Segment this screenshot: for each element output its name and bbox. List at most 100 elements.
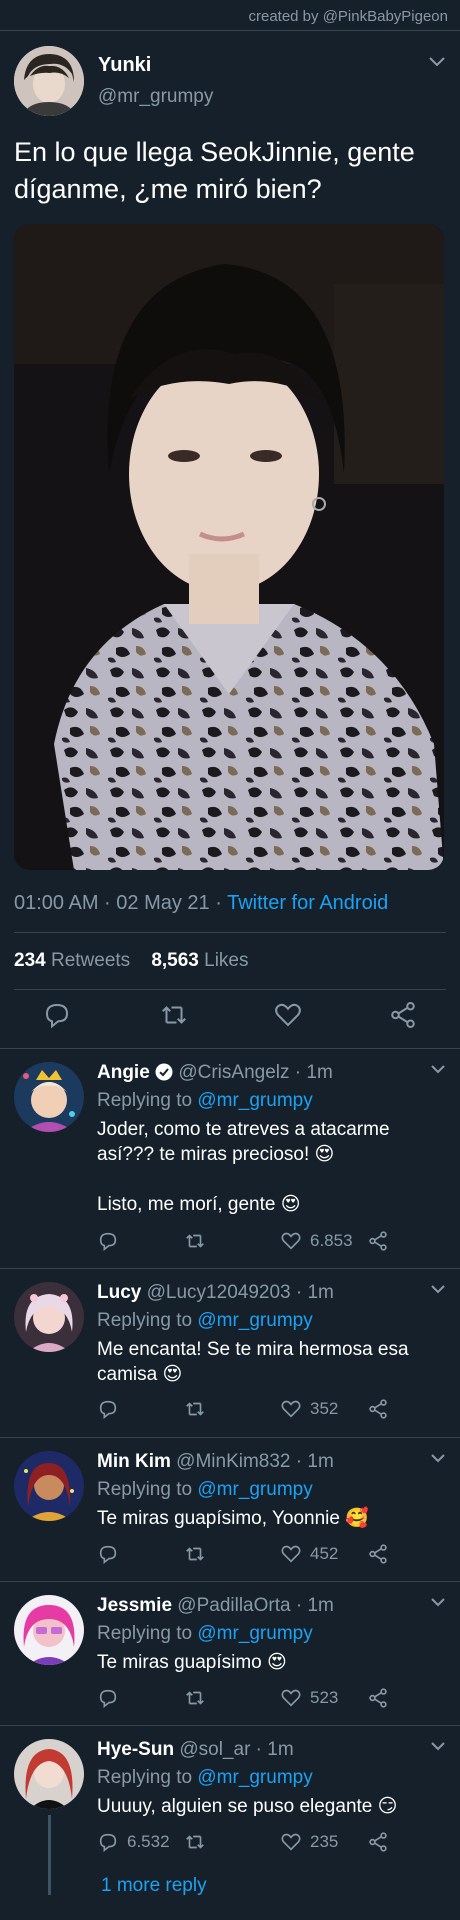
replying-to-link[interactable]: @mr_grumpy <box>197 1310 312 1331</box>
reply-header: Hye-Sun @sol_ar · 1m <box>97 1739 294 1761</box>
reply-actions: 523 <box>97 1687 447 1715</box>
like-count: 235 <box>310 1832 339 1851</box>
reply-icon[interactable] <box>42 1000 72 1030</box>
reply-tweet[interactable]: Hye-Sun @sol_ar · 1m Replying to @mr_gru… <box>0 1725 460 1920</box>
reply-icon[interactable] <box>97 1687 119 1709</box>
reply-actions: 452 <box>97 1543 447 1571</box>
tweet-time: 01:00 AM · 02 May 21 · <box>14 892 228 914</box>
replying-to: Replying to @mr_grumpy <box>97 1623 313 1645</box>
chevron-down-icon[interactable] <box>428 56 446 68</box>
retweet-icon[interactable] <box>184 1831 206 1853</box>
share-icon[interactable] <box>367 1687 389 1709</box>
like-count: 6.853 <box>310 1231 353 1250</box>
like-icon[interactable] <box>280 1687 302 1709</box>
share-icon[interactable] <box>367 1831 389 1853</box>
replying-label: Replying to <box>97 1623 198 1644</box>
reply-icon[interactable] <box>97 1831 119 1853</box>
reply-avatar[interactable] <box>14 1739 84 1809</box>
reply-header: Lucy @Lucy12049203 · 1m <box>97 1282 334 1304</box>
divider <box>14 989 446 990</box>
reply-author-name[interactable]: Min Kim <box>97 1451 171 1472</box>
reply-text-line: Listo, me morí, gente 😍 <box>97 1194 301 1215</box>
share-icon[interactable] <box>367 1543 389 1565</box>
retweet-icon[interactable] <box>184 1543 206 1565</box>
reply-author-handle[interactable]: @MinKim832 · 1m <box>176 1451 334 1472</box>
like-count[interactable]: 8,563 <box>151 950 199 971</box>
author-avatar[interactable] <box>14 46 84 116</box>
reply-header: Angie @CrisAngelz · 1m <box>97 1062 333 1084</box>
reply-avatar[interactable] <box>14 1062 84 1132</box>
like-icon[interactable] <box>280 1543 302 1565</box>
replying-to-link[interactable]: @mr_grumpy <box>197 1090 312 1111</box>
chevron-down-icon[interactable] <box>430 1453 446 1464</box>
share-icon[interactable] <box>388 1000 418 1030</box>
chevron-down-icon[interactable] <box>430 1597 446 1608</box>
like-icon[interactable] <box>280 1398 302 1420</box>
retweet-count[interactable]: 234 <box>14 950 46 971</box>
replying-to: Replying to @mr_grumpy <box>97 1310 313 1332</box>
reply-author-name[interactable]: Hye-Sun <box>97 1739 174 1760</box>
reply-actions: 6.853 <box>97 1230 447 1258</box>
author-handle[interactable]: @mr_grumpy <box>98 86 213 108</box>
like-icon[interactable] <box>280 1831 302 1853</box>
reply-author-handle[interactable]: @Lucy12049203 · 1m <box>147 1282 334 1303</box>
like-icon[interactable] <box>273 1000 303 1030</box>
replying-to: Replying to @mr_grumpy <box>97 1479 313 1501</box>
retweet-icon[interactable] <box>184 1398 206 1420</box>
show-more-replies-link[interactable]: 1 more reply <box>101 1875 207 1897</box>
tweet-stats: 234 Retweets 8,563 Likes <box>14 950 249 972</box>
replying-to-link[interactable]: @mr_grumpy <box>197 1479 312 1500</box>
retweet-icon[interactable] <box>159 1000 189 1030</box>
reply-author-name[interactable]: Jessmie <box>97 1595 172 1616</box>
like-button[interactable]: 523 <box>280 1687 338 1709</box>
chevron-down-icon[interactable] <box>430 1064 446 1075</box>
tweet-photo[interactable] <box>14 224 444 870</box>
reply-header: Min Kim @MinKim832 · 1m <box>97 1451 334 1473</box>
reply-tweet[interactable]: Angie @CrisAngelz · 1m Replying to @mr_g… <box>0 1048 460 1268</box>
chevron-down-icon[interactable] <box>430 1741 446 1752</box>
retweet-label[interactable]: Retweets <box>46 950 130 971</box>
like-button[interactable]: 452 <box>280 1543 338 1565</box>
reply-icon[interactable] <box>97 1543 119 1565</box>
reply-avatar[interactable] <box>14 1451 84 1521</box>
retweet-icon[interactable] <box>184 1687 206 1709</box>
replying-to-link[interactable]: @mr_grumpy <box>197 1767 312 1788</box>
thread-line <box>48 1815 51 1895</box>
reply-author-handle[interactable]: @CrisAngelz · 1m <box>178 1062 332 1083</box>
share-icon[interactable] <box>367 1230 389 1252</box>
replying-label: Replying to <box>97 1310 198 1331</box>
reply-author-handle[interactable]: @PadillaOrta · 1m <box>177 1595 334 1616</box>
chevron-down-icon[interactable] <box>430 1284 446 1295</box>
like-count: 352 <box>310 1399 339 1418</box>
like-icon[interactable] <box>280 1230 302 1252</box>
reply-author-handle[interactable]: @sol_ar · 1m <box>179 1739 293 1760</box>
share-icon[interactable] <box>367 1398 389 1420</box>
like-button[interactable]: 235 <box>280 1831 338 1853</box>
reply-button[interactable]: 6.532 <box>97 1831 170 1853</box>
replying-to-link[interactable]: @mr_grumpy <box>197 1623 312 1644</box>
reply-text: Uuuuy, alguien se puso elegante 😏 <box>97 1796 398 1817</box>
replying-label: Replying to <box>97 1479 198 1500</box>
watermark-credit: created by @PinkBabyPigeon <box>248 8 448 25</box>
reply-icon[interactable] <box>97 1230 119 1252</box>
reply-tweet[interactable]: Lucy @Lucy12049203 · 1m Replying to @mr_… <box>0 1268 460 1437</box>
verified-badge-icon <box>155 1063 173 1081</box>
replying-to: Replying to @mr_grumpy <box>97 1090 313 1112</box>
reply-text: Te miras guapísimo 😍 <box>97 1652 287 1673</box>
like-button[interactable]: 352 <box>280 1398 338 1420</box>
reply-tweet[interactable]: Min Kim @MinKim832 · 1m Replying to @mr_… <box>0 1437 460 1581</box>
reply-text: Te miras guapísimo, Yoonnie 🥰 <box>97 1508 369 1529</box>
reply-avatar[interactable] <box>14 1282 84 1352</box>
like-count: 452 <box>310 1544 339 1563</box>
retweet-icon[interactable] <box>184 1230 206 1252</box>
like-label[interactable]: Likes <box>199 950 248 971</box>
reply-author-name[interactable]: Angie <box>97 1062 150 1083</box>
author-name[interactable]: Yunki <box>98 54 151 77</box>
reply-icon[interactable] <box>97 1398 119 1420</box>
divider <box>14 932 446 933</box>
like-button[interactable]: 6.853 <box>280 1230 353 1252</box>
reply-tweet[interactable]: Jessmie @PadillaOrta · 1m Replying to @m… <box>0 1581 460 1725</box>
reply-avatar[interactable] <box>14 1595 84 1665</box>
tweet-source-link[interactable]: Twitter for Android <box>227 892 388 914</box>
reply-author-name[interactable]: Lucy <box>97 1282 141 1303</box>
